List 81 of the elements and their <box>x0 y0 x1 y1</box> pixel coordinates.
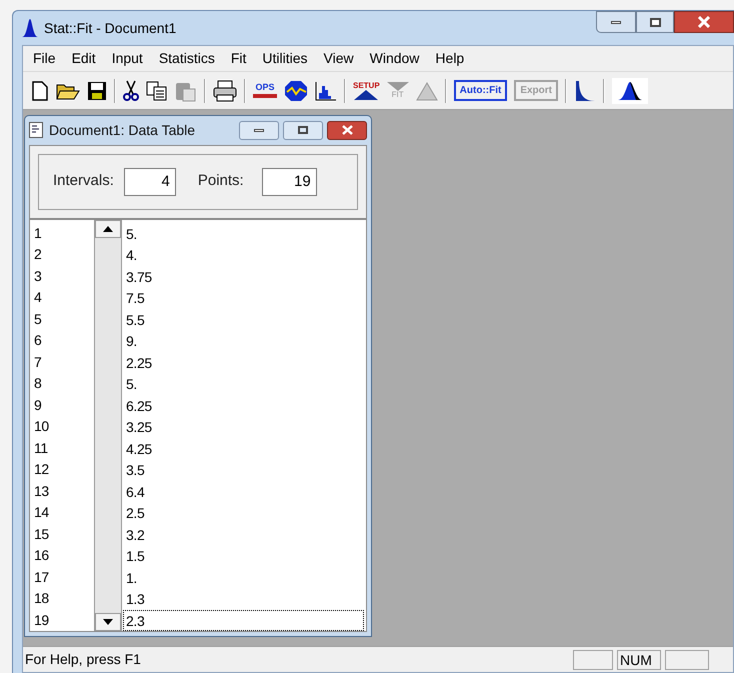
row-number: 17 <box>34 568 50 586</box>
minimize-button[interactable] <box>596 11 636 33</box>
menu-item[interactable]: Utilities <box>254 48 316 69</box>
menu-item[interactable]: Fit <box>222 48 254 69</box>
close-icon <box>698 16 710 28</box>
menu-item[interactable]: Statistics <box>150 48 223 69</box>
triangle-up-icon <box>103 226 113 232</box>
scrollbar[interactable] <box>94 220 122 631</box>
menu-item[interactable]: Edit <box>64 48 104 69</box>
menu-item[interactable]: Window <box>362 48 428 69</box>
row-number: 19 <box>34 610 50 630</box>
row-number: 5 <box>34 310 42 328</box>
row-number: 13 <box>34 482 50 500</box>
data-cell[interactable]: 6.25 <box>123 394 364 416</box>
row-number: 10 <box>34 417 50 436</box>
data-cell[interactable]: 5. <box>123 222 364 244</box>
data-cell[interactable]: 7.5 <box>123 287 364 308</box>
triangle-down-icon <box>103 619 113 625</box>
row-number: 1 <box>34 224 42 242</box>
new-document-icon[interactable] <box>31 80 49 100</box>
scroll-down-button[interactable] <box>95 613 121 631</box>
window-title: Stat::Fit - Document1 <box>44 18 176 38</box>
data-cell[interactable]: 2.3 <box>123 610 364 631</box>
row-number: 7 <box>34 352 42 372</box>
peak-curve-icon[interactable] <box>612 78 648 104</box>
printer-icon[interactable] <box>213 80 237 102</box>
data-cell[interactable]: 9. <box>123 330 364 352</box>
data-cell[interactable]: 5.5 <box>123 308 364 330</box>
data-cell[interactable]: 2.5 <box>123 502 364 524</box>
minimize-button[interactable] <box>239 120 279 140</box>
app-logo-icon <box>22 19 38 37</box>
document-icon <box>29 122 43 138</box>
row-number: 3 <box>34 266 42 286</box>
data-cell[interactable]: 4.25 <box>123 438 364 459</box>
data-cell[interactable]: 3.2 <box>123 524 364 545</box>
status-message: For Help, press F1 <box>25 650 142 669</box>
data-cell[interactable]: 1. <box>123 566 364 588</box>
histogram-icon[interactable] <box>315 80 337 100</box>
data-cell[interactable]: 3.5 <box>123 459 364 480</box>
row-number: 12 <box>34 460 50 479</box>
data-cell[interactable]: 3.75 <box>123 266 364 287</box>
close-icon <box>342 125 352 136</box>
data-cell[interactable]: 3.25 <box>123 416 364 438</box>
menu-item[interactable]: Input <box>104 48 151 69</box>
intervals-field[interactable]: 4 <box>124 168 176 196</box>
status-pane <box>573 650 613 670</box>
copy-icon[interactable] <box>146 80 168 100</box>
menu-item[interactable]: File <box>25 48 64 69</box>
row-number: 6 <box>34 331 42 350</box>
num-lock-indicator: NUM <box>617 650 661 670</box>
child-window-title: Document1: Data Table <box>49 120 196 140</box>
row-number: 16 <box>34 546 50 565</box>
scissors-icon[interactable] <box>123 80 139 102</box>
close-button[interactable] <box>674 11 734 33</box>
status-pane <box>665 650 709 670</box>
octagon-wave-icon[interactable] <box>284 80 308 102</box>
data-cell[interactable]: 6.4 <box>123 480 364 502</box>
close-button[interactable] <box>327 120 367 140</box>
row-number: 11 <box>34 438 49 458</box>
row-number: 14 <box>34 503 50 522</box>
row-number: 15 <box>34 524 50 544</box>
maximize-button[interactable] <box>283 120 323 140</box>
row-number: 2 <box>34 245 42 264</box>
points-label: Points: <box>198 171 244 192</box>
data-cell[interactable]: 4. <box>123 244 364 266</box>
toolbar-text-button[interactable]: Auto::Fit <box>454 80 508 101</box>
row-number: 18 <box>34 589 50 608</box>
ops-button[interactable]: OPS <box>253 83 277 98</box>
row-number: 9 <box>34 396 42 414</box>
maximize-button[interactable] <box>636 11 674 33</box>
points-field[interactable]: 19 <box>262 168 317 196</box>
data-cell[interactable]: 1.5 <box>123 545 364 566</box>
data-cell[interactable]: 2.25 <box>123 352 364 373</box>
row-number: 4 <box>34 288 42 307</box>
data-cell[interactable]: 1.3 <box>123 588 364 610</box>
data-cell[interactable]: 5. <box>123 373 364 394</box>
scroll-up-button[interactable] <box>95 220 121 238</box>
menu-item[interactable]: Help <box>427 48 472 69</box>
row-number: 8 <box>34 374 42 393</box>
menu-item[interactable]: View <box>316 48 362 69</box>
intervals-label: Intervals: <box>53 171 114 192</box>
